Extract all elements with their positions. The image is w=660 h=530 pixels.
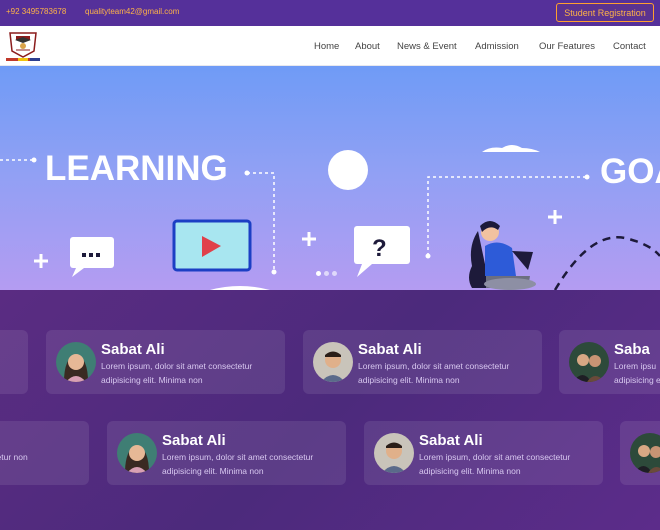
- testimonial-name: Sabat Ali: [101, 341, 165, 358]
- phone-number[interactable]: +92 3495783678: [6, 7, 66, 16]
- hero-headline-right: GOA: [600, 152, 660, 191]
- nav-home[interactable]: Home: [314, 41, 339, 52]
- testimonial-text: Lorem ipsum, dolor sit amet consectetur …: [162, 452, 314, 476]
- hero-banner: LEARNING GOA ?: [0, 66, 660, 290]
- avatar: [313, 342, 353, 382]
- carousel-indicators: [316, 271, 337, 276]
- testimonial-card[interactable]: Sabat Ali Lorem ipsum, dolor sit amet co…: [303, 330, 542, 394]
- nav-admission[interactable]: Admission: [475, 41, 519, 52]
- testimonial-card[interactable]: amet consectetur non: [0, 421, 89, 485]
- hero-illustration: LEARNING GOA ?: [0, 145, 660, 290]
- testimonial-text: Lorem ipsum, dolor sit amet consectetur …: [101, 361, 253, 385]
- avatar: [630, 433, 660, 473]
- chat-bubble-icon: [70, 237, 114, 277]
- top-contact-bar: +92 3495783678 qualityteam42@gmail.com S…: [0, 0, 660, 26]
- testimonials-section: ur Sabat Ali Lorem ipsum, dolor sit amet…: [0, 290, 660, 530]
- avatar: [117, 433, 157, 473]
- nav-our-features[interactable]: Our Features: [539, 41, 595, 52]
- cloud-icon: [482, 145, 540, 152]
- email-address[interactable]: qualityteam42@gmail.com: [85, 7, 179, 16]
- avatar: [56, 342, 96, 382]
- testimonial-text: Lorem ipsum, dolor sit amet consectetur …: [358, 361, 510, 385]
- sun-icon: [328, 150, 368, 190]
- question-bubble-icon: ?: [354, 226, 410, 277]
- student-registration-button[interactable]: Student Registration: [556, 3, 654, 22]
- main-navbar: Home About News & Event Admission Our Fe…: [0, 26, 660, 66]
- testimonial-card[interactable]: Sabat Ali Lorem ipsum, dolor sit amet co…: [46, 330, 285, 394]
- avatar: [374, 433, 414, 473]
- school-logo[interactable]: [4, 29, 42, 63]
- carousel-dot-1[interactable]: [316, 271, 321, 276]
- testimonial-name: Saba: [614, 341, 650, 358]
- testimonial-card[interactable]: Saba Lorem ipsu adipisicing e: [559, 330, 660, 394]
- nav-contact[interactable]: Contact: [613, 41, 646, 52]
- testimonial-text: ur: [0, 359, 20, 373]
- testimonial-card[interactable]: ur: [0, 330, 28, 394]
- testimonial-name: Sabat Ali: [358, 341, 422, 358]
- testimonial-name: Sabat Ali: [419, 432, 483, 449]
- nav-about[interactable]: About: [355, 41, 380, 52]
- testimonial-card[interactable]: Sabat Ali Lorem ipsum, dolor sit amet co…: [107, 421, 346, 485]
- testimonial-card[interactable]: [620, 421, 660, 485]
- student-laptop-illustration: [469, 221, 536, 290]
- testimonial-text: amet consectetur non: [0, 452, 28, 462]
- avatar: [569, 342, 609, 382]
- carousel-dot-3[interactable]: [332, 271, 337, 276]
- testimonial-text: Lorem ipsu adipisicing e: [614, 361, 660, 385]
- hero-headline-left: LEARNING: [45, 149, 228, 188]
- carousel-dot-2[interactable]: [324, 271, 329, 276]
- testimonial-text: Lorem ipsum, dolor sit amet consectetur …: [419, 452, 571, 476]
- svg-text:?: ?: [372, 235, 387, 262]
- video-play-icon: [172, 219, 252, 272]
- testimonial-card[interactable]: Sabat Ali Lorem ipsum, dolor sit amet co…: [364, 421, 603, 485]
- nav-news-event[interactable]: News & Event: [397, 41, 457, 52]
- testimonial-name: Sabat Ali: [162, 432, 226, 449]
